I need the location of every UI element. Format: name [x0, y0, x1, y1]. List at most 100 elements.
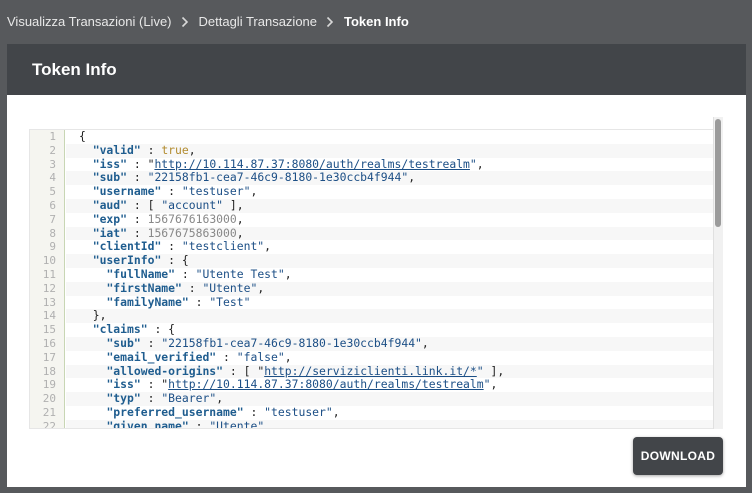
code-token: "22158fb1-cea7-46c9-8180-1e30ccb4f944" [161, 335, 422, 350]
code-token: "iss" [106, 377, 141, 392]
vertical-scrollbar[interactable] [713, 117, 723, 429]
card-header: Token Info [7, 44, 746, 95]
code-token: "Utente" [202, 280, 258, 295]
code-content: { "valid" : true, "iss" : "http://10.114… [66, 130, 713, 429]
code-token: "valid" [92, 142, 141, 157]
code-token: "testclient" [181, 239, 265, 254]
chevron-right-icon [180, 16, 190, 28]
code-token: "email_verified" [106, 349, 217, 364]
code-token: , [332, 404, 340, 419]
line-number: 21 [42, 405, 56, 419]
line-number: 8 [49, 226, 56, 240]
code-line: "preferred_username" : "testuser", [66, 404, 713, 420]
code-token: 1567675863000 [147, 225, 237, 240]
code-token: : [140, 142, 162, 157]
line-number: 19 [42, 378, 56, 392]
breadcrumb-item-transactions-live[interactable]: Visualizza Transazioni (Live) [7, 14, 172, 29]
line-number: 10 [42, 254, 56, 268]
code-token: : [140, 335, 162, 350]
code-token: "preferred_username" [106, 404, 244, 419]
line-number: 17 [42, 350, 56, 364]
code-token: "claims" [92, 322, 148, 337]
code-token: "typ" [106, 391, 141, 406]
page-title: Token Info [32, 59, 117, 79]
code-token: "sub" [92, 170, 128, 185]
json-code-viewer[interactable]: 1 2 3 4 5 6 7 8 9 10 11 12 13 14 15 16 17 18 19 20 21 22 { "v… [29, 129, 713, 429]
line-number: 3 [49, 157, 56, 171]
code-token: "iss" [92, 156, 128, 171]
code-token: , [421, 335, 429, 350]
code-token: , [188, 142, 196, 157]
code-token: "userInfo" [92, 253, 162, 268]
code-token: : [188, 418, 210, 429]
line-number: 11 [42, 267, 56, 281]
line-number: 4 [49, 171, 56, 185]
code-token: " [469, 156, 477, 171]
line-number: 14 [42, 309, 56, 323]
code-line: "userInfo" : { [66, 253, 713, 268]
code-line: "sub" : "22158fb1-cea7-46c9-8180-1e30ccb… [66, 335, 713, 351]
line-number: 22 [42, 419, 56, 429]
code-line: }, [66, 308, 713, 324]
code-token: : [181, 280, 203, 295]
code-line: "iss" : "http://10.114.87.37:8080/auth/r… [66, 377, 713, 392]
code-token: : [175, 266, 196, 281]
code-line: "valid" : true, [66, 142, 713, 158]
code-link[interactable]: http://10.114.87.37:8080/auth/realms/tes… [168, 377, 483, 391]
code-token: , [236, 211, 244, 226]
code-token: " [483, 377, 491, 392]
code-token: : [161, 239, 182, 254]
download-button[interactable]: DOWNLOAD [633, 437, 723, 475]
code-link[interactable]: http://serviziclienti.link.it/* [264, 364, 477, 378]
line-number: 6 [49, 198, 56, 212]
code-token: : [127, 170, 148, 185]
code-token: "Utente Test" [195, 266, 285, 281]
chevron-right-icon [325, 16, 335, 28]
code-token: "testuser" [264, 404, 333, 419]
breadcrumb: Visualizza Transazioni (Live) Dettagli T… [0, 0, 752, 42]
code-link[interactable]: http://10.114.87.37:8080/auth/realms/tes… [154, 157, 469, 171]
code-line: "exp" : 1567676163000, [66, 211, 713, 227]
code-token: : { [161, 253, 189, 268]
line-number: 15 [42, 323, 56, 337]
code-token: "familyName" [106, 294, 189, 309]
code-token: : [188, 294, 210, 309]
line-number: 7 [49, 212, 56, 226]
code-token: ], [223, 197, 244, 212]
code-token: : [ [127, 197, 162, 212]
code-token: , [284, 349, 292, 364]
code-token: "false" [236, 349, 285, 364]
code-line: "email_verified" : "false", [66, 349, 713, 365]
code-token: : [127, 211, 148, 226]
code-token: "given_name" [106, 418, 189, 429]
line-number: 2 [49, 143, 56, 157]
code-token: , [250, 184, 258, 199]
code-token: "clientId" [92, 239, 162, 254]
line-number: 9 [49, 240, 56, 254]
code-line: "allowed-origins" : [ "http://servizicli… [66, 364, 713, 379]
code-token: true [161, 142, 189, 157]
scrollbar-thumb[interactable] [715, 119, 721, 227]
breadcrumb-item-transaction-details[interactable]: Dettagli Transazione [199, 14, 318, 29]
code-token: , [490, 377, 498, 392]
code-line: "fullName" : "Utente Test", [66, 266, 713, 282]
code-token: "account" [161, 197, 224, 212]
code-token: "fullName" [106, 266, 176, 281]
code-token: : { [147, 322, 176, 337]
